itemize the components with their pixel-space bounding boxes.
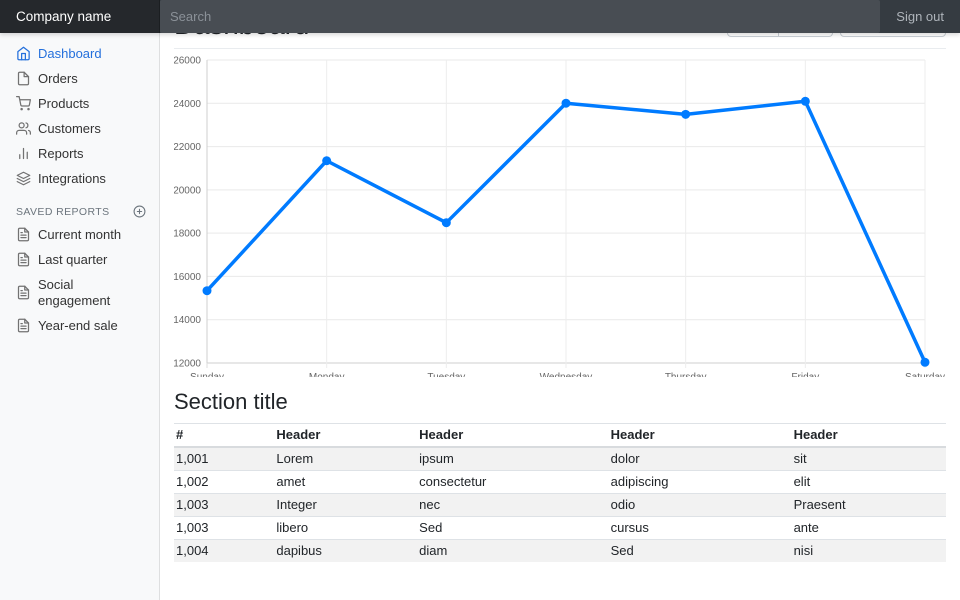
sidebar-item-dashboard[interactable]: Dashboard [0, 41, 160, 66]
sidebar-item-reports[interactable]: Reports [0, 141, 160, 166]
file-text-icon [16, 227, 31, 242]
table-cell: cursus [609, 517, 792, 540]
top-navbar: Company name Sign out [0, 0, 960, 33]
brand-link[interactable]: Company name [0, 0, 160, 33]
sidebar-item-year-end-sale[interactable]: Year-end sale [0, 313, 160, 338]
table-cell: libero [274, 517, 417, 540]
table-cell: Integer [274, 494, 417, 517]
column-header: # [174, 424, 274, 448]
table-cell: diam [417, 540, 608, 563]
sidebar-item-products[interactable]: Products [0, 91, 160, 116]
svg-text:Monday: Monday [309, 372, 345, 377]
table-cell: Sed [609, 540, 792, 563]
sidebar-item-last-quarter[interactable]: Last quarter [0, 247, 160, 272]
file-text-icon [16, 318, 31, 333]
table-cell: ante [792, 517, 946, 540]
table-cell: amet [274, 471, 417, 494]
svg-text:14000: 14000 [174, 315, 201, 326]
table-row: 1,001Loremipsumdolorsit [174, 447, 946, 471]
sidebar-item-label: Integrations [38, 171, 106, 187]
table-cell: nisi [792, 540, 946, 563]
svg-text:Saturday: Saturday [905, 372, 945, 377]
search-input[interactable] [160, 0, 880, 33]
column-header: Header [609, 424, 792, 448]
table-row: 1,003liberoSedcursusante [174, 517, 946, 540]
svg-text:16000: 16000 [174, 272, 201, 283]
table-cell: adipiscing [609, 471, 792, 494]
table-cell: Sed [417, 517, 608, 540]
svg-text:24000: 24000 [174, 99, 201, 110]
file-text-icon [16, 252, 31, 267]
home-icon [16, 46, 31, 61]
table-cell: elit [792, 471, 946, 494]
plus-circle-icon[interactable] [133, 205, 146, 218]
svg-text:Tuesday: Tuesday [427, 372, 465, 377]
sidebar-item-orders[interactable]: Orders [0, 66, 160, 91]
svg-text:20000: 20000 [174, 185, 201, 196]
saved-reports-nav: Current month Last quarter Social engageme… [0, 222, 160, 338]
users-icon [16, 121, 31, 136]
sidebar-item-label: Orders [38, 71, 78, 87]
table-cell: dapibus [274, 540, 417, 563]
sidebar-item-label: Current month [38, 227, 121, 243]
layers-icon [16, 171, 31, 186]
svg-text:22000: 22000 [174, 142, 201, 153]
sidebar-item-social-engagement[interactable]: Social engagement [0, 272, 160, 313]
table-row: 1,002ametconsecteturadipiscingelit [174, 471, 946, 494]
sidebar-item-current-month[interactable]: Current month [0, 222, 160, 247]
column-header: Header [792, 424, 946, 448]
table-cell: 1,003 [174, 494, 274, 517]
table-row: 1,003IntegernecodioPraesent [174, 494, 946, 517]
table-cell: consectetur [417, 471, 608, 494]
svg-text:Thursday: Thursday [665, 372, 707, 377]
svg-text:Wednesday: Wednesday [540, 372, 593, 377]
sidebar-item-label: Products [38, 96, 89, 112]
main-content: Dashboard Share Export This week 2600024… [160, 0, 960, 562]
file-icon [16, 71, 31, 86]
table-cell: sit [792, 447, 946, 471]
column-header: Header [274, 424, 417, 448]
file-text-icon [16, 285, 31, 300]
table-row: 1,004dapibusdiamSednisi [174, 540, 946, 563]
sidebar-item-label: Social engagement [38, 277, 144, 309]
bar-chart-icon [16, 146, 31, 161]
shopping-cart-icon [16, 96, 31, 111]
sidebar-nav: Dashboard Orders Products Customers Reports I… [0, 41, 160, 191]
sidebar-item-customers[interactable]: Customers [0, 116, 160, 141]
svg-text:26000: 26000 [174, 56, 201, 67]
sign-out-link[interactable]: Sign out [880, 0, 960, 33]
table-cell: Lorem [274, 447, 417, 471]
table-body: 1,001Loremipsumdolorsit1,002ametconsecte… [174, 447, 946, 562]
saved-reports-label: Saved reports [16, 206, 110, 218]
section-title: Section title [174, 389, 946, 415]
table-cell: ipsum [417, 447, 608, 471]
table-cell: 1,004 [174, 540, 274, 563]
table-header: #HeaderHeaderHeaderHeader [174, 424, 946, 448]
sidebar-item-label: Customers [38, 121, 101, 137]
table-cell: 1,003 [174, 517, 274, 540]
table-cell: 1,001 [174, 447, 274, 471]
sidebar-item-label: Year-end sale [38, 318, 118, 334]
table-cell: nec [417, 494, 608, 517]
sidebar: Dashboard Orders Products Customers Reports I… [0, 33, 160, 600]
sidebar-item-label: Last quarter [38, 252, 107, 268]
table-cell: odio [609, 494, 792, 517]
table-cell: dolor [609, 447, 792, 471]
traffic-line-chart: 26000 24000 22000 20000 18000 16000 14000 12000… [174, 53, 946, 377]
sidebar-item-label: Dashboard [38, 46, 102, 62]
svg-text:Sunday: Sunday [190, 372, 224, 377]
svg-text:12000: 12000 [174, 359, 201, 370]
sidebar-item-integrations[interactable]: Integrations [0, 166, 160, 191]
column-header: Header [417, 424, 608, 448]
svg-text:Friday: Friday [791, 372, 819, 377]
table-cell: 1,002 [174, 471, 274, 494]
svg-text:18000: 18000 [174, 229, 201, 240]
saved-reports-heading: Saved reports [0, 201, 160, 222]
data-table: #HeaderHeaderHeaderHeader 1,001Loremipsu… [174, 423, 946, 562]
table-cell: Praesent [792, 494, 946, 517]
sidebar-item-label: Reports [38, 146, 84, 162]
